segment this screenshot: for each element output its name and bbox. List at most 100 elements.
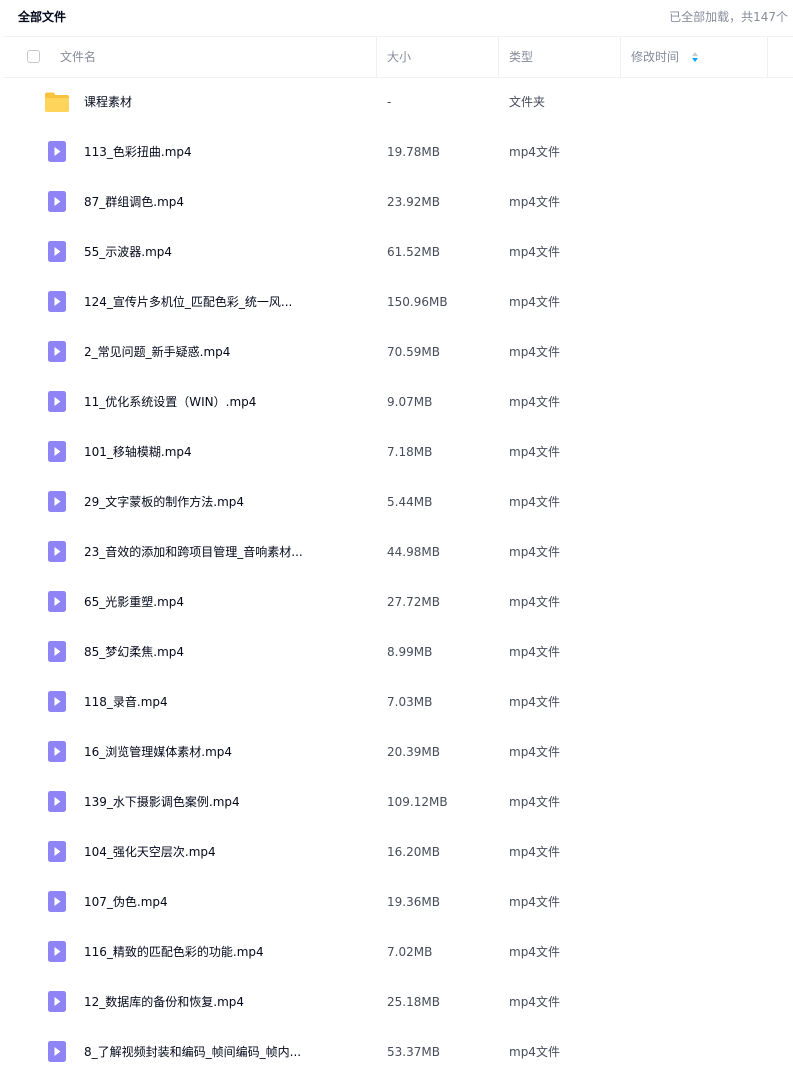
file-row[interactable]: 113_色彩扭曲.mp4 19.78MB mp4文件 — [3, 127, 793, 177]
column-divider[interactable] — [620, 37, 621, 77]
file-size: 5.44MB — [387, 495, 433, 509]
file-name[interactable]: 124_宣传片多机位_匹配色彩_统一风... — [84, 277, 292, 327]
video-file-icon — [45, 491, 69, 513]
file-row[interactable]: 12_数据库的备份和恢复.mp4 25.18MB mp4文件 — [3, 977, 793, 1027]
file-row[interactable]: 118_录音.mp4 7.03MB mp4文件 — [3, 677, 793, 727]
file-type: mp4文件 — [509, 1045, 560, 1059]
file-name[interactable]: 课程素材 — [84, 77, 132, 127]
file-size: 61.52MB — [387, 245, 440, 259]
file-name[interactable]: 65_光影重塑.mp4 — [84, 577, 184, 627]
file-row[interactable]: 87_群组调色.mp4 23.92MB mp4文件 — [3, 177, 793, 227]
video-file-icon — [45, 791, 69, 813]
breadcrumb-all-files[interactable]: 全部文件 — [18, 8, 66, 25]
video-file-icon — [45, 641, 69, 663]
file-name[interactable]: 116_精致的匹配色彩的功能.mp4 — [84, 927, 264, 977]
column-divider[interactable] — [498, 37, 499, 77]
video-file-icon — [45, 991, 69, 1013]
file-size: 20.39MB — [387, 745, 440, 759]
file-type: mp4文件 — [509, 445, 560, 459]
file-row[interactable]: 85_梦幻柔焦.mp4 8.99MB mp4文件 — [3, 627, 793, 677]
select-all-checkbox[interactable] — [27, 50, 40, 63]
column-header-type[interactable]: 类型 — [509, 37, 533, 77]
file-row[interactable]: 101_移轴模糊.mp4 7.18MB mp4文件 — [3, 427, 793, 477]
video-file-icon — [45, 591, 69, 613]
file-name[interactable]: 2_常见问题_新手疑惑.mp4 — [84, 327, 230, 377]
file-row[interactable]: 139_水下摄影调色案例.mp4 109.12MB mp4文件 — [3, 777, 793, 827]
file-size: 25.18MB — [387, 995, 440, 1009]
file-type: mp4文件 — [509, 395, 560, 409]
video-file-icon — [45, 841, 69, 863]
file-name[interactable]: 87_群组调色.mp4 — [84, 177, 184, 227]
file-type: mp4文件 — [509, 645, 560, 659]
file-size: 27.72MB — [387, 595, 440, 609]
file-row[interactable]: 8_了解视频封装和编码_帧间编码_帧内... 53.37MB mp4文件 — [3, 1027, 793, 1077]
file-type: mp4文件 — [509, 295, 560, 309]
video-file-icon — [45, 691, 69, 713]
video-file-icon — [45, 141, 69, 163]
video-file-icon — [45, 541, 69, 563]
video-file-icon — [45, 391, 69, 413]
file-row[interactable]: 2_常见问题_新手疑惑.mp4 70.59MB mp4文件 — [3, 327, 793, 377]
file-row[interactable]: 65_光影重塑.mp4 27.72MB mp4文件 — [3, 577, 793, 627]
file-row[interactable]: 23_音效的添加和跨项目管理_音响素材... 44.98MB mp4文件 — [3, 527, 793, 577]
folder-icon — [45, 91, 69, 113]
file-type: mp4文件 — [509, 595, 560, 609]
file-size: 70.59MB — [387, 345, 440, 359]
file-size: 19.36MB — [387, 895, 440, 909]
column-divider[interactable] — [767, 37, 768, 77]
file-type: 文件夹 — [509, 95, 546, 109]
file-name[interactable]: 29_文字蒙板的制作方法.mp4 — [84, 477, 244, 527]
file-row[interactable]: 124_宣传片多机位_匹配色彩_统一风... 150.96MB mp4文件 — [3, 277, 793, 327]
file-type: mp4文件 — [509, 245, 560, 259]
file-type: mp4文件 — [509, 945, 560, 959]
file-name[interactable]: 12_数据库的备份和恢复.mp4 — [84, 977, 244, 1027]
file-row[interactable]: 55_示波器.mp4 61.52MB mp4文件 — [3, 227, 793, 277]
file-type: mp4文件 — [509, 795, 560, 809]
file-name[interactable]: 101_移轴模糊.mp4 — [84, 427, 192, 477]
sort-icon[interactable] — [691, 51, 699, 63]
file-row[interactable]: 29_文字蒙板的制作方法.mp4 5.44MB mp4文件 — [3, 477, 793, 527]
video-file-icon — [45, 341, 69, 363]
column-divider[interactable] — [376, 37, 377, 77]
file-size: 53.37MB — [387, 1045, 440, 1059]
file-type: mp4文件 — [509, 145, 560, 159]
file-name[interactable]: 107_伪色.mp4 — [84, 877, 168, 927]
video-file-icon — [45, 241, 69, 263]
file-type: mp4文件 — [509, 895, 560, 909]
file-type: mp4文件 — [509, 845, 560, 859]
video-file-icon — [45, 191, 69, 213]
file-name[interactable]: 16_浏览管理媒体素材.mp4 — [84, 727, 232, 777]
file-type: mp4文件 — [509, 495, 560, 509]
video-file-icon — [45, 291, 69, 313]
file-row[interactable]: 107_伪色.mp4 19.36MB mp4文件 — [3, 877, 793, 927]
column-header-size[interactable]: 大小 — [387, 37, 411, 77]
file-size: 44.98MB — [387, 545, 440, 559]
load-status: 已全部加载，共147个 — [669, 10, 788, 24]
file-name[interactable]: 139_水下摄影调色案例.mp4 — [84, 777, 240, 827]
top-bar: 全部文件 已全部加载，共147个 — [0, 0, 793, 32]
file-size: 150.96MB — [387, 295, 448, 309]
file-name[interactable]: 8_了解视频封装和编码_帧间编码_帧内... — [84, 1027, 301, 1077]
file-name[interactable]: 85_梦幻柔焦.mp4 — [84, 627, 184, 677]
file-row[interactable]: 课程素材 - 文件夹 — [3, 77, 793, 127]
file-size: 8.99MB — [387, 645, 433, 659]
file-name[interactable]: 23_音效的添加和跨项目管理_音响素材... — [84, 527, 303, 577]
file-size: - — [387, 95, 392, 109]
video-file-icon — [45, 1041, 69, 1063]
file-name[interactable]: 118_录音.mp4 — [84, 677, 168, 727]
file-row[interactable]: 116_精致的匹配色彩的功能.mp4 7.02MB mp4文件 — [3, 927, 793, 977]
file-type: mp4文件 — [509, 345, 560, 359]
video-file-icon — [45, 741, 69, 763]
file-name[interactable]: 55_示波器.mp4 — [84, 227, 172, 277]
file-name[interactable]: 104_强化天空层次.mp4 — [84, 827, 216, 877]
file-row[interactable]: 16_浏览管理媒体素材.mp4 20.39MB mp4文件 — [3, 727, 793, 777]
file-name[interactable]: 11_优化系统设置（WIN）.mp4 — [84, 377, 256, 427]
file-name[interactable]: 113_色彩扭曲.mp4 — [84, 127, 192, 177]
file-row[interactable]: 104_强化天空层次.mp4 16.20MB mp4文件 — [3, 827, 793, 877]
column-header-name[interactable]: 文件名 — [60, 37, 96, 77]
file-size: 109.12MB — [387, 795, 448, 809]
file-type: mp4文件 — [509, 695, 560, 709]
column-header-modified[interactable]: 修改时间 — [631, 37, 679, 77]
file-type: mp4文件 — [509, 995, 560, 1009]
file-row[interactable]: 11_优化系统设置（WIN）.mp4 9.07MB mp4文件 — [3, 377, 793, 427]
